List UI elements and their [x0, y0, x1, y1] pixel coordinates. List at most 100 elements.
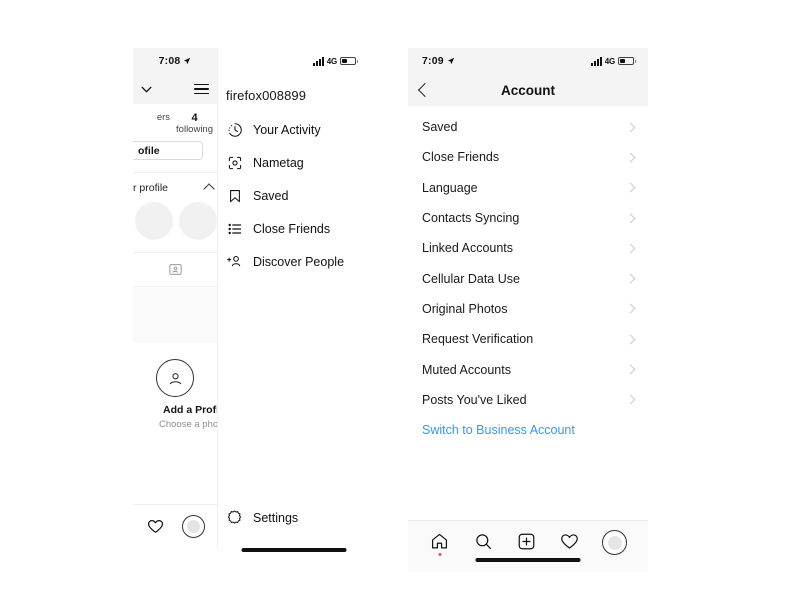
row-label: Posts You've Liked [422, 392, 527, 407]
archive-label: r profile [133, 182, 169, 194]
settings-row-language[interactable]: Language [408, 173, 648, 203]
menu-item-label: Discover People [253, 254, 345, 269]
chevron-right-icon [625, 122, 636, 133]
chevron-right-icon [625, 364, 636, 375]
status-time-text: 7:09 [422, 55, 444, 67]
archive-row[interactable]: r profile [133, 173, 217, 195]
mid-status-right: 4G [312, 56, 358, 66]
left-phone-panel: 7:08 ers 4 following ofile r profile Add… [133, 48, 218, 548]
menu-item-settings[interactable]: Settings [218, 509, 370, 526]
profile-card-icon[interactable] [168, 262, 183, 277]
mid-status-bar: 4G [218, 48, 370, 74]
menu-item-label: Saved [253, 188, 289, 203]
edit-profile-button[interactable]: ofile [133, 141, 203, 160]
page-title: Account [501, 82, 555, 98]
hamburger-menu-icon[interactable] [194, 83, 209, 95]
settings-row-muted-accounts[interactable]: Muted Accounts [408, 354, 648, 384]
location-arrow-icon [447, 57, 455, 65]
chevron-right-icon [625, 334, 636, 345]
middle-phone-panel: 4G firefox008899 Your Activity Nametag S… [218, 48, 370, 560]
chevron-right-icon [625, 213, 636, 223]
right-status-right: 4G [590, 56, 636, 66]
row-label: Saved [422, 120, 458, 135]
story-highlight-circle[interactable] [179, 202, 217, 240]
bookmark-icon [226, 187, 243, 204]
chevron-right-icon [625, 303, 636, 314]
network-label: 4G [604, 56, 615, 66]
chevron-down-icon[interactable] [141, 86, 152, 93]
clock-activity-icon [226, 121, 243, 138]
avatar [187, 520, 201, 533]
home-indicator [241, 548, 347, 552]
add-profile-photo-prompt: Add a Profile P Choose a phot [133, 343, 217, 430]
account-settings-list: Saved Close Friends Language Contacts Sy… [408, 106, 648, 437]
profile-grid-tabs [133, 252, 217, 285]
row-label: Cellular Data Use [422, 271, 520, 286]
avatar-icon[interactable] [182, 515, 206, 538]
left-status-bar: 7:08 [133, 48, 217, 74]
close-friends-list-icon [226, 220, 243, 237]
menu-item-nametag[interactable]: Nametag [218, 146, 370, 179]
settings-row-request-verification[interactable]: Request Verification [408, 324, 648, 354]
notification-badge [438, 553, 442, 556]
stat-following-value: 4 [191, 112, 198, 124]
stat-following-label: following [176, 124, 213, 135]
settings-row-contacts-syncing[interactable]: Contacts Syncing [408, 203, 648, 233]
discover-people-icon [226, 253, 243, 270]
search-icon[interactable] [472, 530, 494, 552]
menu-item-saved[interactable]: Saved [218, 179, 370, 212]
row-label: Original Photos [422, 301, 508, 316]
add-profile-subtitle: Choose a phot [159, 419, 218, 430]
left-nav-row [133, 74, 217, 104]
menu-item-label: Close Friends [253, 221, 331, 236]
signal-bars-icon [590, 56, 602, 66]
status-time: 7:08 [159, 55, 192, 67]
stat-followers[interactable]: ers [157, 112, 170, 135]
home-icon[interactable] [429, 530, 451, 556]
settings-row-saved[interactable]: Saved [408, 112, 648, 142]
settings-row-posts-youve-liked[interactable]: Posts You've Liked [408, 385, 648, 415]
add-post-icon[interactable] [515, 530, 537, 552]
heart-icon[interactable] [145, 516, 167, 538]
row-label: Contacts Syncing [422, 211, 520, 226]
screenshot-canvas: 7:08 ers 4 following ofile r profile Add… [0, 0, 800, 600]
settings-row-original-photos[interactable]: Original Photos [408, 294, 648, 324]
settings-row-linked-accounts[interactable]: Linked Accounts [408, 233, 648, 263]
account-header: Account [408, 74, 648, 106]
row-label: Language [422, 180, 478, 195]
settings-label: Settings [253, 510, 299, 525]
switch-link-label: Switch to Business Account [422, 422, 575, 437]
signal-bars-icon [312, 56, 324, 66]
menu-item-close-friends[interactable]: Close Friends [218, 212, 370, 245]
profile-stats: ers 4 following [133, 104, 217, 137]
stat-followers-label: ers [156, 112, 171, 123]
row-label: Close Friends [422, 150, 500, 165]
chevron-right-icon [625, 182, 636, 193]
chevron-right-icon [625, 152, 636, 163]
row-label: Muted Accounts [422, 362, 511, 377]
person-circle-icon[interactable] [156, 359, 194, 397]
add-profile-title: Add a Profile P [163, 404, 217, 416]
story-highlights [133, 194, 217, 240]
row-label: Request Verification [422, 332, 534, 347]
status-time-text: 7:08 [158, 55, 181, 67]
chevron-right-icon [625, 394, 636, 405]
settings-row-cellular-data-use[interactable]: Cellular Data Use [408, 263, 648, 293]
right-phone-panel: 7:09 4G Account Saved Close Friends Lang… [408, 48, 648, 572]
avatar-icon[interactable] [602, 530, 628, 555]
stat-following[interactable]: 4 following [176, 112, 213, 135]
chevron-up-icon[interactable] [203, 183, 215, 195]
row-label: Linked Accounts [422, 241, 514, 256]
heart-icon[interactable] [559, 530, 581, 552]
menu-item-label: Your Activity [253, 122, 321, 137]
right-status-bar: 7:09 4G [408, 48, 648, 74]
switch-to-business-account-link[interactable]: Switch to Business Account [408, 415, 648, 437]
menu-item-discover-people[interactable]: Discover People [218, 245, 370, 278]
story-highlight-circle[interactable] [135, 202, 173, 240]
chevron-right-icon [625, 273, 636, 284]
location-arrow-icon [184, 57, 191, 65]
settings-row-close-friends[interactable]: Close Friends [408, 142, 648, 172]
status-time: 7:09 [422, 55, 455, 67]
menu-item-your-activity[interactable]: Your Activity [218, 113, 370, 146]
menu-username: firefox008899 [226, 88, 307, 103]
